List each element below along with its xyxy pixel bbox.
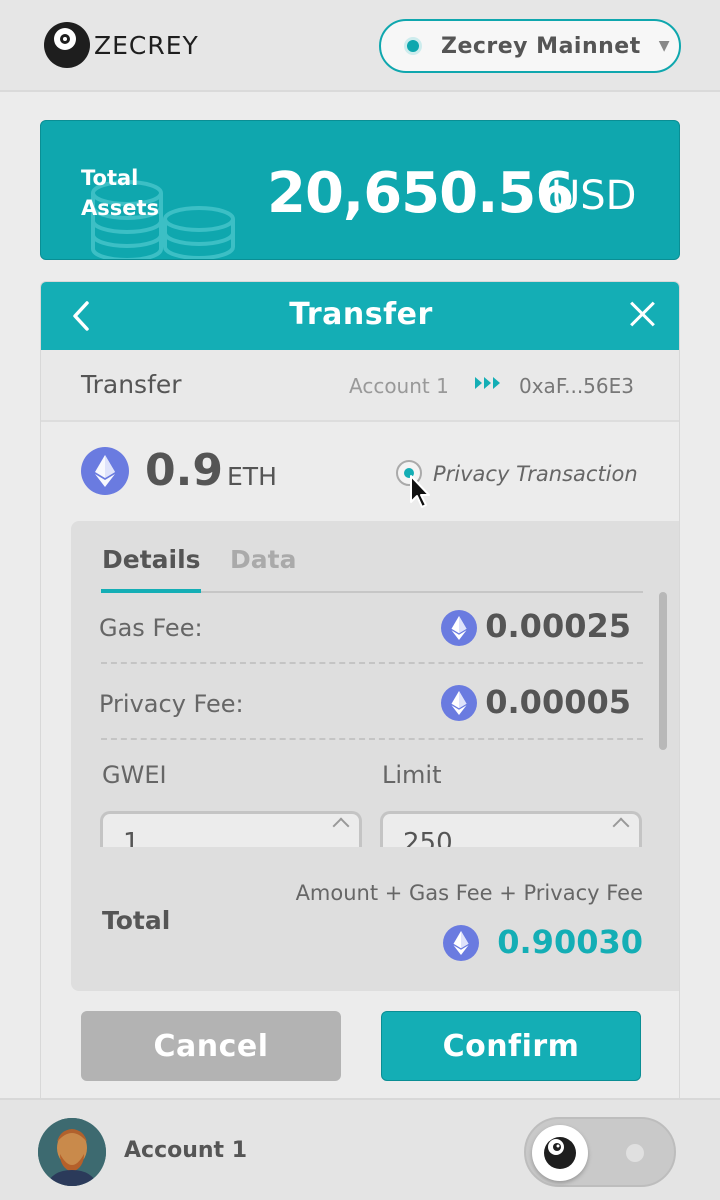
limit-input[interactable]: 250 [380,811,642,847]
close-icon[interactable] [627,298,657,328]
toggle-dot-icon [626,1144,644,1162]
footer: Account 1 [0,1098,720,1200]
transfer-arrows-icon [475,377,502,389]
tab-details[interactable]: Details [102,545,201,574]
zecrey-logo[interactable]: ZECREY [44,22,199,68]
divider [101,662,643,664]
limit-label: Limit [382,761,442,789]
chevron-up-icon[interactable] [612,817,630,835]
chevron-up-icon[interactable] [332,817,350,835]
gwei-label: GWEI [102,761,167,789]
toggle-knob [532,1125,588,1181]
privacy-fee-value: 0.00005 [485,683,631,721]
account-name[interactable]: Account 1 [124,1138,247,1163]
header: ZECREY Zecrey Mainnet ▼ [0,0,720,92]
tab-data[interactable]: Data [230,545,296,574]
total-label: Total [102,906,171,935]
divider [101,738,643,740]
mouse-cursor-icon [410,475,430,508]
details-panel: Details Data Gas Fee: 0.00025 Privacy Fe… [71,521,679,991]
eth-icon [441,610,477,646]
limit-value: 250 [403,828,453,847]
total-formula: Amount + Gas Fee + Privacy Fee [295,881,643,905]
gas-fee-value: 0.00025 [485,607,631,645]
total-value: 0.90030 [497,923,643,961]
amount-unit: ETH [227,462,277,491]
active-tab-indicator [101,589,201,593]
chevron-down-icon: ▼ [658,38,670,54]
network-label: Zecrey Mainnet [441,33,641,59]
modal-title: Transfer [289,297,433,332]
eth-icon [81,447,129,495]
gwei-value: 1 [123,828,140,847]
amount-value: 0.9 [145,445,223,496]
privacy-transaction-label[interactable]: Privacy Transaction [433,462,638,486]
gwei-input[interactable]: 1 [100,811,362,847]
from-account: Account 1 [349,374,449,398]
scrollbar[interactable] [659,592,667,750]
network-selector[interactable]: Zecrey Mainnet ▼ [379,19,681,73]
total-assets-unit: USD [551,173,637,219]
transfer-route-row: Transfer Account 1 0xaF...56E3 [41,350,679,422]
theme-toggle[interactable] [524,1117,676,1187]
avatar[interactable] [38,1118,106,1186]
scroll-clip [71,847,679,851]
to-address: 0xaF...56E3 [519,374,634,398]
cancel-button[interactable]: Cancel [81,1011,341,1081]
status-dot-icon [407,40,419,52]
logo-text: ZECREY [94,30,199,60]
total-assets-label: Total Assets [81,166,160,220]
gas-fee-label: Gas Fee: [99,614,203,642]
confirm-button[interactable]: Confirm [381,1011,641,1081]
privacy-fee-label: Privacy Fee: [99,690,244,718]
eth-icon [443,925,479,961]
transfer-label: Transfer [81,370,182,399]
total-assets-value: 20,650.56 [267,161,574,226]
zecrey-logo-icon [44,22,90,68]
eth-icon [441,685,477,721]
modal-header: Transfer [41,282,679,350]
total-assets-card: Total Assets 20,650.56 USD [40,120,680,260]
transfer-modal: Transfer Transfer Account 1 0xaF...56E3 … [40,281,680,1111]
